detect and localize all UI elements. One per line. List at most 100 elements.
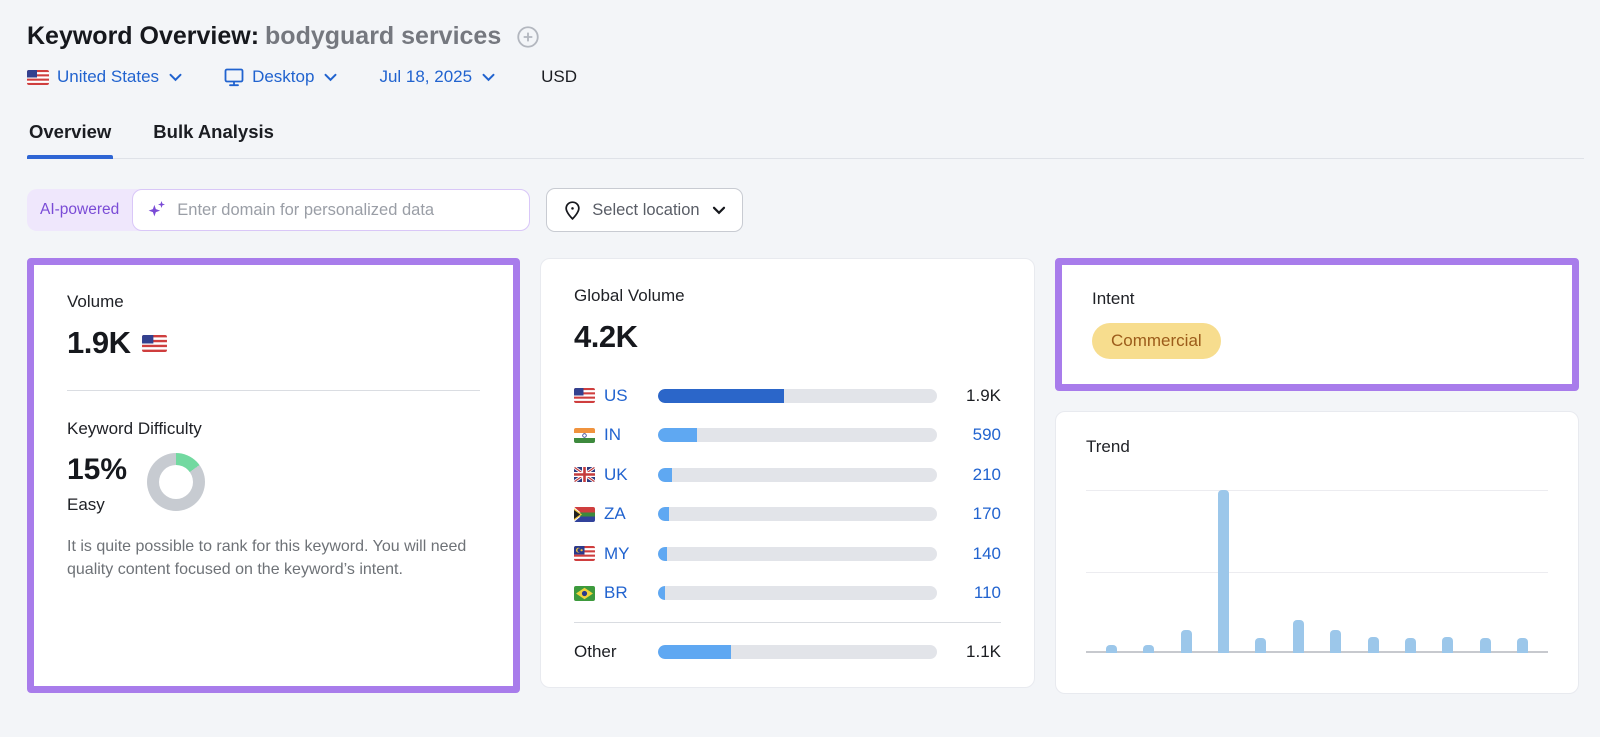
keyword-difficulty-title: Keyword Difficulty xyxy=(67,419,202,438)
divider xyxy=(67,390,480,391)
keyword-text: bodyguard services xyxy=(265,22,502,50)
volume-value: 1.9K xyxy=(67,325,131,360)
global-volume-card: Global Volume 4.2K US 1.9K IN 590 UK 210 ZA 170… xyxy=(540,258,1035,688)
trend-bar xyxy=(1292,620,1304,653)
trend-bar xyxy=(1367,636,1379,653)
us-flag-icon xyxy=(574,388,595,404)
trend-title: Trend xyxy=(1086,437,1130,456)
currency-label: USD xyxy=(541,67,577,86)
trend-bar xyxy=(1442,636,1454,653)
volume-bar-fill xyxy=(658,507,670,522)
country-code-label[interactable]: BR xyxy=(604,583,628,603)
intent-badge[interactable]: Commercial xyxy=(1092,323,1221,359)
volume-bar-track xyxy=(658,586,937,601)
volume-bar-fill xyxy=(658,586,666,601)
volume-bar-track xyxy=(658,507,937,522)
volume-value-label: 1.1K xyxy=(966,641,1001,661)
volume-value-label: 1.9K xyxy=(966,385,1001,405)
device-filter-label: Desktop xyxy=(252,67,315,86)
trend-chart xyxy=(1086,490,1548,653)
volume-title: Volume xyxy=(67,292,124,311)
ai-powered-badge: AI-powered xyxy=(40,201,120,218)
divider xyxy=(574,622,1001,623)
trend-bars xyxy=(1106,490,1528,653)
location-filter[interactable]: United States xyxy=(27,67,182,87)
volume-bar-fill xyxy=(658,546,668,561)
country-code-label: Other xyxy=(574,641,617,661)
volume-value-row: 1.9K xyxy=(67,325,480,361)
kd-level-label: Easy xyxy=(67,495,105,514)
personalization-bar: AI-powered Select location xyxy=(27,188,1584,232)
geo-row: BR 110 xyxy=(574,574,1001,614)
country-code-label[interactable]: ZA xyxy=(604,504,626,524)
my-flag-icon xyxy=(574,546,595,562)
trend-bar xyxy=(1479,638,1491,653)
volume-bar-fill xyxy=(658,467,672,482)
kd-description: It is quite possible to rank for this ke… xyxy=(67,538,467,579)
tab-bulk-analysis[interactable]: Bulk Analysis xyxy=(151,121,276,158)
volume-bar-track xyxy=(658,546,937,561)
trend-card: Trend xyxy=(1055,411,1579,694)
volume-value-label[interactable]: 210 xyxy=(937,465,1001,485)
add-keyword-icon[interactable] xyxy=(515,24,541,50)
ai-powered-input-group: AI-powered xyxy=(27,189,531,231)
trend-bar xyxy=(1330,630,1342,653)
volume-bar-track xyxy=(658,388,937,403)
tab-overview[interactable]: Overview xyxy=(27,121,114,159)
chevron-down-icon xyxy=(324,73,337,82)
volume-difficulty-card: Volume 1.9K Keyword Difficulty 15% Easy … xyxy=(27,258,520,693)
volume-bar-fill xyxy=(658,388,785,403)
chevron-down-icon xyxy=(169,73,182,82)
date-filter[interactable]: Jul 18, 2025 xyxy=(379,67,495,87)
global-volume-value: 4.2K xyxy=(574,319,638,354)
geo-row: UK 210 xyxy=(574,455,1001,495)
country-code-label[interactable]: MY xyxy=(604,544,630,564)
volume-value-label[interactable]: 140 xyxy=(937,544,1001,564)
location-filter-label: United States xyxy=(57,67,160,86)
geo-row: US 1.9K xyxy=(574,376,1001,416)
geo-row: IN 590 xyxy=(574,416,1001,456)
volume-value-label[interactable]: 110 xyxy=(937,583,1001,603)
geo-distribution-list: US 1.9K IN 590 UK 210 ZA 170 MY 140 BR 110 Other 1.1K xyxy=(574,376,1001,672)
intent-card: Intent Commercial xyxy=(1055,258,1579,391)
country-code-label[interactable]: UK xyxy=(604,465,628,485)
intent-title: Intent xyxy=(1092,289,1135,308)
volume-bar-fill xyxy=(658,428,698,443)
select-location-label: Select location xyxy=(592,200,700,219)
keyword-difficulty-row: 15% Easy xyxy=(67,453,480,515)
trend-bar xyxy=(1255,638,1267,653)
kd-donut-chart xyxy=(147,453,206,511)
trend-bar xyxy=(1143,644,1155,653)
filter-bar: United States Desktop Jul 18, 2025 USD xyxy=(27,67,1584,87)
trend-bar xyxy=(1106,644,1117,653)
page-title-label: Keyword Overview: xyxy=(27,22,260,50)
country-code-label[interactable]: IN xyxy=(604,425,621,445)
volume-value-label[interactable]: 170 xyxy=(937,504,1001,524)
page-title: Keyword Overview: bodyguard services xyxy=(27,22,501,51)
volume-bar-track xyxy=(658,467,937,482)
domain-input-wrapper xyxy=(132,189,531,231)
country-code-label[interactable]: US xyxy=(604,386,628,406)
trend-bar xyxy=(1516,638,1528,653)
keyword-overview-page: Keyword Overview: bodyguard services Unit… xyxy=(0,0,1600,694)
global-volume-title: Global Volume xyxy=(574,286,685,305)
br-flag-icon xyxy=(574,585,595,601)
volume-bar-track xyxy=(658,644,937,659)
device-filter[interactable]: Desktop xyxy=(224,67,337,87)
metrics-grid: Volume 1.9K Keyword Difficulty 15% Easy … xyxy=(27,258,1584,694)
chevron-down-icon xyxy=(482,73,495,82)
volume-value-label[interactable]: 590 xyxy=(937,425,1001,445)
volume-bar-fill xyxy=(658,644,732,659)
page-header: Keyword Overview: bodyguard services xyxy=(27,22,1584,51)
za-flag-icon xyxy=(574,506,595,522)
geo-row: Other 1.1K xyxy=(574,632,1001,672)
sparkle-icon xyxy=(147,200,167,220)
volume-bar-track xyxy=(658,428,937,443)
domain-input[interactable] xyxy=(177,200,516,220)
select-location-button[interactable]: Select location xyxy=(546,188,743,232)
geo-row: ZA 170 xyxy=(574,495,1001,535)
map-pin-icon xyxy=(563,200,582,221)
uk-flag-icon xyxy=(574,467,595,483)
trend-bar xyxy=(1180,630,1192,653)
chevron-down-icon xyxy=(712,206,726,215)
